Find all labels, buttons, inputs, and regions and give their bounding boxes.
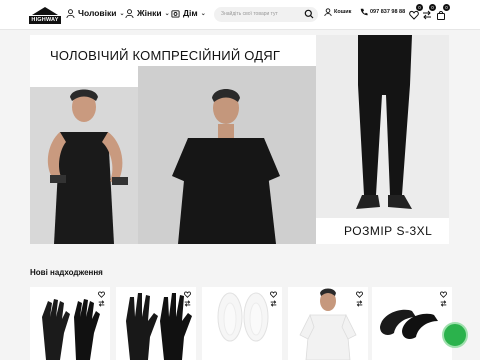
woman-icon [125,8,134,18]
phone-icon [360,8,368,16]
hero-photo-man-dumbbells [30,87,138,244]
account-label: Кошик [334,9,352,15]
compare-icon[interactable] [440,300,447,307]
phone-number: 097 837 98 88 [370,9,406,15]
product-card[interactable] [116,287,196,360]
search-placeholder: Знайдіть свої товари тут [221,11,278,17]
chevron-down-icon: ⌄ [164,10,170,17]
compare-button[interactable]: 0 [422,4,436,25]
bag-icon [437,10,445,20]
nav-men-label: Чоловіки [78,8,117,18]
wishlist-button[interactable]: 0 [409,4,423,25]
compare-count: 0 [429,4,436,11]
chat-button[interactable] [442,322,468,348]
logo[interactable]: HIGHWAY [29,3,61,27]
search-icon[interactable] [304,9,314,19]
man-tshirt-figure [172,89,280,244]
nav-home-label: Дім [183,8,198,18]
product-card[interactable] [372,287,452,360]
chevron-down-icon: ⌄ [200,10,206,17]
home-icon [171,9,180,18]
product-card[interactable] [202,287,282,360]
man-icon [66,8,75,18]
phone-link[interactable]: 097 837 98 88 [360,8,405,16]
hero-photo-man-tshirt [138,66,316,244]
hero-size-label: РОЗМІР S-3XL [344,224,433,238]
compare-icon[interactable] [356,300,363,307]
compare-icon[interactable] [270,300,277,307]
account-link[interactable]: Кошик [324,8,351,16]
heart-icon[interactable] [98,291,105,298]
product-card[interactable] [288,287,368,360]
man-tanktop-figure [47,89,128,244]
heart-icon [409,10,419,20]
heart-icon[interactable] [270,291,277,298]
product-card[interactable] [30,287,110,360]
compare-icon[interactable] [98,300,105,307]
heart-icon[interactable] [184,291,191,298]
hero-title: ЧОЛОВІЧИЙ КОМПРЕСІЙНИЙ ОДЯГ [50,48,281,63]
chevron-down-icon: ⌄ [119,10,125,17]
nav-home[interactable]: Дім ⌄ [171,8,206,18]
leggings-figure [356,35,412,209]
cart-button[interactable]: 0 [436,4,450,25]
nav-men[interactable]: Чоловіки ⌄ [66,8,125,18]
nav-women[interactable]: Жінки ⌄ [125,8,170,18]
hero-photo-leggings [316,35,449,218]
heart-icon[interactable] [356,291,363,298]
search-input[interactable]: Знайдіть свої товари тут [214,7,318,22]
nav-women-label: Жінки [137,8,162,18]
logo-roof-icon [32,6,58,15]
site-header: HIGHWAY Чоловіки ⌄ Жінки ⌄ Дім ⌄ Знайдіт… [0,0,480,30]
cart-count: 0 [443,4,450,11]
heart-icon[interactable] [440,291,447,298]
user-icon [324,8,332,16]
logo-text: HIGHWAY [29,15,61,24]
hero-banner[interactable]: ЧОЛОВІЧИЙ КОМПРЕСІЙНИЙ ОДЯГ РОЗМІР S-3XL [30,35,449,244]
compare-icon[interactable] [184,300,191,307]
new-arrivals-title: Нові надходження [30,268,103,277]
compare-icon [423,10,431,20]
